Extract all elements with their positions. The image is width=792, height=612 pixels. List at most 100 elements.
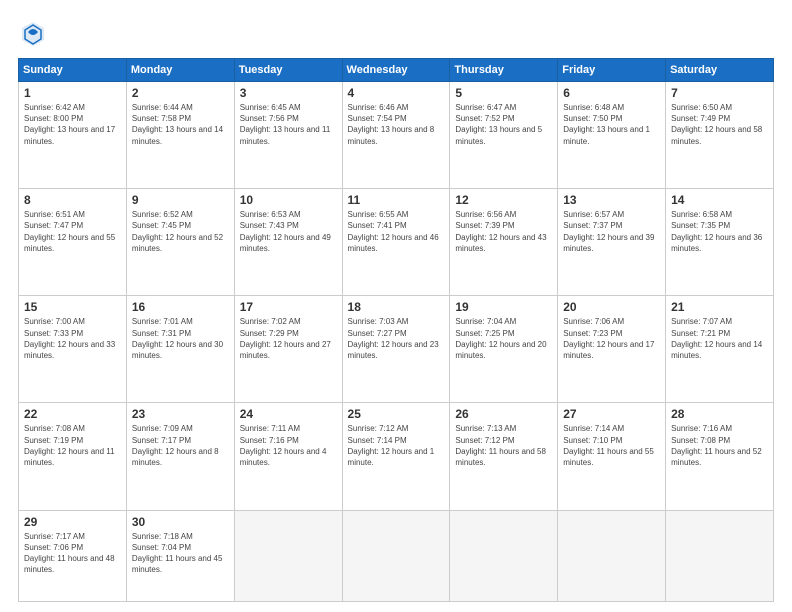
day-info: Sunrise: 7:16 AMSunset: 7:08 PMDaylight:… (671, 423, 768, 468)
day-number: 8 (24, 193, 121, 207)
day-number: 26 (455, 407, 552, 421)
calendar-day-cell: 16 Sunrise: 7:01 AMSunset: 7:31 PMDayligh… (126, 296, 234, 403)
calendar-week-row: 29Sunrise: 7:17 AMSunset: 7:06 PMDayligh… (19, 510, 774, 601)
calendar-day-cell: 1 Sunrise: 6:42 AMSunset: 8:00 PMDaylight… (19, 82, 127, 189)
calendar-day-cell (234, 510, 342, 601)
calendar-day-cell: 10 Sunrise: 6:53 AMSunset: 7:43 PMDayligh… (234, 189, 342, 296)
calendar-day-cell (666, 510, 774, 601)
calendar-day-cell: 21Sunrise: 7:07 AMSunset: 7:21 PMDayligh… (666, 296, 774, 403)
calendar-day-cell: 24 Sunrise: 7:11 AMSunset: 7:16 PMDayligh… (234, 403, 342, 510)
day-info: Sunrise: 7:14 AMSunset: 7:10 PMDaylight:… (563, 423, 660, 468)
day-number: 9 (132, 193, 229, 207)
logo-icon (18, 18, 48, 48)
day-number: 19 (455, 300, 552, 314)
day-number: 3 (240, 86, 337, 100)
day-info: Sunrise: 6:46 AMSunset: 7:54 PMDaylight:… (348, 102, 445, 147)
day-number: 14 (671, 193, 768, 207)
page: SundayMondayTuesdayWednesdayThursdayFrid… (0, 0, 792, 612)
calendar-day-cell: 2Sunrise: 6:44 AMSunset: 7:58 PMDaylight… (126, 82, 234, 189)
calendar-day-cell: 9 Sunrise: 6:52 AMSunset: 7:45 PMDaylight… (126, 189, 234, 296)
day-info: Sunrise: 7:00 AMSunset: 7:33 PMDaylight:… (24, 316, 121, 361)
calendar-day-cell (342, 510, 450, 601)
day-number: 17 (240, 300, 337, 314)
weekday-header: Sunday (19, 59, 127, 82)
calendar-day-cell (450, 510, 558, 601)
calendar-day-cell: 7 Sunrise: 6:50 AMSunset: 7:49 PMDaylight… (666, 82, 774, 189)
day-info: Sunrise: 6:48 AMSunset: 7:50 PMDaylight:… (563, 102, 660, 147)
day-info: Sunrise: 6:50 AMSunset: 7:49 PMDaylight:… (671, 102, 768, 147)
day-info: Sunrise: 6:57 AMSunset: 7:37 PMDaylight:… (563, 209, 660, 254)
calendar-day-cell: 5 Sunrise: 6:47 AMSunset: 7:52 PMDaylight… (450, 82, 558, 189)
calendar-day-cell: 28 Sunrise: 7:16 AMSunset: 7:08 PMDayligh… (666, 403, 774, 510)
day-number: 2 (132, 86, 229, 100)
calendar-day-cell: 23 Sunrise: 7:09 AMSunset: 7:17 PMDayligh… (126, 403, 234, 510)
weekday-header: Wednesday (342, 59, 450, 82)
day-number: 13 (563, 193, 660, 207)
day-info: Sunrise: 7:11 AMSunset: 7:16 PMDaylight:… (240, 423, 337, 468)
calendar-week-row: 8 Sunrise: 6:51 AMSunset: 7:47 PMDaylight… (19, 189, 774, 296)
day-info: Sunrise: 7:09 AMSunset: 7:17 PMDaylight:… (132, 423, 229, 468)
weekday-header: Friday (558, 59, 666, 82)
calendar-day-cell: 30 Sunrise: 7:18 AMSunset: 7:04 PMDayligh… (126, 510, 234, 601)
calendar-day-cell (558, 510, 666, 601)
day-info: Sunrise: 6:51 AMSunset: 7:47 PMDaylight:… (24, 209, 121, 254)
day-number: 1 (24, 86, 121, 100)
day-number: 23 (132, 407, 229, 421)
day-number: 7 (671, 86, 768, 100)
weekday-header: Tuesday (234, 59, 342, 82)
day-info: Sunrise: 7:17 AMSunset: 7:06 PMDaylight:… (24, 531, 121, 576)
calendar-week-row: 1 Sunrise: 6:42 AMSunset: 8:00 PMDaylight… (19, 82, 774, 189)
day-info: Sunrise: 6:42 AMSunset: 8:00 PMDaylight:… (24, 102, 121, 147)
day-number: 5 (455, 86, 552, 100)
day-info: Sunrise: 6:47 AMSunset: 7:52 PMDaylight:… (455, 102, 552, 147)
day-info: Sunrise: 7:18 AMSunset: 7:04 PMDaylight:… (132, 531, 229, 576)
calendar-day-cell: 27 Sunrise: 7:14 AMSunset: 7:10 PMDayligh… (558, 403, 666, 510)
day-number: 12 (455, 193, 552, 207)
day-number: 25 (348, 407, 445, 421)
calendar-day-cell: 6 Sunrise: 6:48 AMSunset: 7:50 PMDaylight… (558, 82, 666, 189)
calendar-day-cell: 15 Sunrise: 7:00 AMSunset: 7:33 PMDayligh… (19, 296, 127, 403)
day-info: Sunrise: 7:12 AMSunset: 7:14 PMDaylight:… (348, 423, 445, 468)
day-info: Sunrise: 6:56 AMSunset: 7:39 PMDaylight:… (455, 209, 552, 254)
logo (18, 18, 52, 48)
weekday-header-row: SundayMondayTuesdayWednesdayThursdayFrid… (19, 59, 774, 82)
weekday-header: Monday (126, 59, 234, 82)
calendar-day-cell: 18 Sunrise: 7:03 AMSunset: 7:27 PMDayligh… (342, 296, 450, 403)
calendar-day-cell: 26 Sunrise: 7:13 AMSunset: 7:12 PMDayligh… (450, 403, 558, 510)
day-number: 10 (240, 193, 337, 207)
calendar-table: SundayMondayTuesdayWednesdayThursdayFrid… (18, 58, 774, 602)
calendar-day-cell: 3 Sunrise: 6:45 AMSunset: 7:56 PMDaylight… (234, 82, 342, 189)
calendar-day-cell: 4 Sunrise: 6:46 AMSunset: 7:54 PMDaylight… (342, 82, 450, 189)
day-info: Sunrise: 6:45 AMSunset: 7:56 PMDaylight:… (240, 102, 337, 147)
day-number: 18 (348, 300, 445, 314)
day-number: 16 (132, 300, 229, 314)
day-info: Sunrise: 7:03 AMSunset: 7:27 PMDaylight:… (348, 316, 445, 361)
day-info: Sunrise: 6:53 AMSunset: 7:43 PMDaylight:… (240, 209, 337, 254)
calendar-day-cell: 13 Sunrise: 6:57 AMSunset: 7:37 PMDayligh… (558, 189, 666, 296)
day-info: Sunrise: 6:52 AMSunset: 7:45 PMDaylight:… (132, 209, 229, 254)
calendar-week-row: 22Sunrise: 7:08 AMSunset: 7:19 PMDayligh… (19, 403, 774, 510)
day-number: 28 (671, 407, 768, 421)
day-number: 24 (240, 407, 337, 421)
day-number: 21 (671, 300, 768, 314)
day-info: Sunrise: 7:02 AMSunset: 7:29 PMDaylight:… (240, 316, 337, 361)
day-number: 20 (563, 300, 660, 314)
calendar-day-cell: 11Sunrise: 6:55 AMSunset: 7:41 PMDayligh… (342, 189, 450, 296)
day-number: 6 (563, 86, 660, 100)
calendar-day-cell: 8 Sunrise: 6:51 AMSunset: 7:47 PMDaylight… (19, 189, 127, 296)
calendar-day-cell: 14Sunrise: 6:58 AMSunset: 7:35 PMDayligh… (666, 189, 774, 296)
calendar-day-cell: 22Sunrise: 7:08 AMSunset: 7:19 PMDayligh… (19, 403, 127, 510)
calendar-day-cell: 20Sunrise: 7:06 AMSunset: 7:23 PMDayligh… (558, 296, 666, 403)
calendar-week-row: 15 Sunrise: 7:00 AMSunset: 7:33 PMDayligh… (19, 296, 774, 403)
day-info: Sunrise: 7:04 AMSunset: 7:25 PMDaylight:… (455, 316, 552, 361)
weekday-header: Saturday (666, 59, 774, 82)
day-number: 27 (563, 407, 660, 421)
day-number: 4 (348, 86, 445, 100)
weekday-header: Thursday (450, 59, 558, 82)
calendar-day-cell: 17 Sunrise: 7:02 AMSunset: 7:29 PMDayligh… (234, 296, 342, 403)
day-info: Sunrise: 7:13 AMSunset: 7:12 PMDaylight:… (455, 423, 552, 468)
day-number: 11 (348, 193, 445, 207)
day-number: 15 (24, 300, 121, 314)
day-info: Sunrise: 7:01 AMSunset: 7:31 PMDaylight:… (132, 316, 229, 361)
day-number: 30 (132, 515, 229, 529)
